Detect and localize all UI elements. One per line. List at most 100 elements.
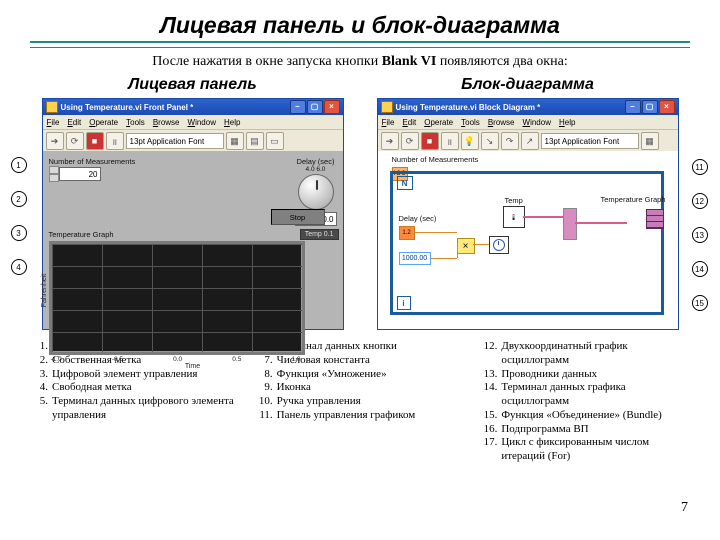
x-axis-label: Time: [49, 363, 337, 370]
pause-button[interactable]: ॥: [441, 132, 459, 150]
multiply-node[interactable]: ×: [457, 238, 475, 254]
step-out-button[interactable]: ↗: [521, 132, 539, 150]
page-title: Лицевая панель и блок-диаграмма: [30, 12, 690, 39]
graph-title: Temperature Graph: [49, 230, 337, 239]
for-loop[interactable]: N i Delay (sec) 1.2 1000.00 × Temp 🌡: [390, 171, 664, 315]
legend-item: Функция «Объединение» (Bundle): [501, 409, 661, 423]
menu-help[interactable]: Help: [224, 118, 240, 127]
xtick: -0.5: [112, 356, 123, 363]
delay-knob[interactable]: [298, 174, 334, 210]
graph-terminal[interactable]: [646, 209, 664, 229]
align-button[interactable]: ▦: [226, 132, 244, 150]
stop-button[interactable]: Stop: [271, 209, 325, 225]
run-button[interactable]: ➔: [381, 132, 399, 150]
align-button[interactable]: ▦: [641, 132, 659, 150]
wait-ms-node[interactable]: [489, 236, 509, 254]
bd-graph-label: Temperature Graph: [600, 195, 665, 204]
menu-tools[interactable]: Tools: [461, 118, 480, 127]
menu-window[interactable]: Window: [523, 118, 551, 127]
run-cont-button[interactable]: ⟳: [401, 132, 419, 150]
menu-operate[interactable]: Operate: [424, 118, 453, 127]
const-1000[interactable]: 1000.00: [399, 252, 431, 265]
meas-control[interactable]: 20: [49, 166, 101, 182]
legend-item: Проводники данных: [501, 368, 597, 382]
reorder-button[interactable]: ▭: [266, 132, 284, 150]
menu-file[interactable]: File: [47, 118, 60, 127]
legend-item: Терминал данных графика осциллограмм: [501, 381, 690, 409]
fp-menubar[interactable]: File Edit Operate Tools Browse Window He…: [43, 115, 343, 130]
intro-prefix: После нажатия в окне запуска кнопки: [152, 54, 381, 69]
abort-button[interactable]: ■: [421, 132, 439, 150]
legend-item: Ручка управления: [277, 395, 361, 409]
abort-button[interactable]: ■: [86, 132, 104, 150]
step-into-button[interactable]: ↘: [481, 132, 499, 150]
legend-item: Свободная метка: [52, 381, 132, 395]
callout-11: 11: [692, 159, 708, 175]
bd-menubar[interactable]: File Edit Operate Tools Browse Window He…: [378, 115, 678, 130]
fp-toolbar: ➔ ⟳ ■ ॥ 13pt Application Font ▦ ▤ ▭: [43, 130, 343, 153]
menu-edit[interactable]: Edit: [402, 118, 416, 127]
y-axis-label: Fahrenheit: [41, 274, 48, 307]
menu-window[interactable]: Window: [188, 118, 216, 127]
delay-terminal[interactable]: 1.2: [399, 226, 415, 240]
legend-item: Панель управления графиком: [277, 409, 416, 423]
menu-browse[interactable]: Browse: [153, 118, 180, 127]
bd-toolbar: ➔ ⟳ ■ ॥ 💡 ↘ ↷ ↗ 13pt Application Font ▦: [378, 130, 678, 153]
minimize-button[interactable]: –: [290, 100, 306, 114]
run-button[interactable]: ➔: [46, 132, 64, 150]
loop-n-icon: N: [397, 176, 413, 190]
font-field[interactable]: 13pt Application Font: [126, 133, 224, 149]
menu-file[interactable]: File: [382, 118, 395, 127]
right-subhead: Блок-диаграмма: [365, 76, 690, 94]
intro-text: После нажатия в окне запуска кнопки Blan…: [30, 54, 690, 70]
close-button[interactable]: ×: [659, 100, 675, 114]
fp-titlebar: Using Temperature.vi Front Panel * – ▢ ×: [43, 99, 343, 115]
step-over-button[interactable]: ↷: [501, 132, 519, 150]
meas-label: Number of Measurements: [49, 157, 136, 166]
dist-button[interactable]: ▤: [246, 132, 264, 150]
waveform-graph[interactable]: Fahrenheit: [49, 241, 305, 355]
divider: [30, 41, 690, 48]
callout-4: 4: [11, 259, 27, 275]
graph-legend: Temp 0.1: [300, 229, 339, 240]
meas-value[interactable]: 20: [59, 167, 101, 181]
pause-button[interactable]: ॥: [106, 132, 124, 150]
clock-icon: [493, 239, 505, 251]
bd-delay-label: Delay (sec): [399, 214, 437, 223]
callout-2: 2: [11, 191, 27, 207]
bundle-node[interactable]: [563, 208, 577, 240]
xtick: 0.5: [232, 356, 241, 363]
menu-operate[interactable]: Operate: [89, 118, 118, 127]
minimize-button[interactable]: –: [625, 100, 641, 114]
menu-tools[interactable]: Tools: [126, 118, 145, 127]
delay-ticks: 4.0 6.0: [295, 166, 337, 173]
legend-col-3: 12.Двухкоординатный график осциллограмм …: [479, 340, 690, 464]
bd-meas-label: Number of Measurements: [392, 155, 479, 164]
spinner-icon[interactable]: [49, 166, 57, 182]
block-diagram-window: 11 12 13 14 15 Using Temperature.vi Bloc…: [377, 98, 679, 330]
intro-bold: Blank VI: [382, 54, 437, 69]
run-cont-button[interactable]: ⟳: [66, 132, 84, 150]
maximize-button[interactable]: ▢: [642, 100, 658, 114]
callouts-left: 1 2 3 4: [11, 157, 27, 275]
menu-browse[interactable]: Browse: [488, 118, 515, 127]
bd-titlebar: Using Temperature.vi Block Diagram * – ▢…: [378, 99, 678, 115]
legend-item: Цикл с фиксированным числом итераций (Fo…: [501, 436, 690, 464]
menu-edit[interactable]: Edit: [67, 118, 81, 127]
callout-1: 1: [11, 157, 27, 173]
menu-help[interactable]: Help: [559, 118, 575, 127]
intro-suffix: появляются два окна:: [436, 54, 567, 69]
highlight-button[interactable]: 💡: [461, 132, 479, 150]
left-subhead: Лицевая панель: [30, 76, 355, 94]
temp-subvi[interactable]: 🌡: [503, 206, 525, 228]
front-panel-window: 1 2 3 4 Using Temperature.vi Front Panel…: [42, 98, 344, 330]
callout-12: 12: [692, 193, 708, 209]
bd-title-text: Using Temperature.vi Block Diagram *: [396, 103, 541, 112]
maximize-button[interactable]: ▢: [307, 100, 323, 114]
font-field[interactable]: 13pt Application Font: [541, 133, 639, 149]
page-number: 7: [681, 500, 688, 516]
labview-icon: [381, 101, 393, 113]
loop-i-icon: i: [397, 296, 411, 310]
temp-label: Temp: [505, 196, 523, 205]
close-button[interactable]: ×: [324, 100, 340, 114]
